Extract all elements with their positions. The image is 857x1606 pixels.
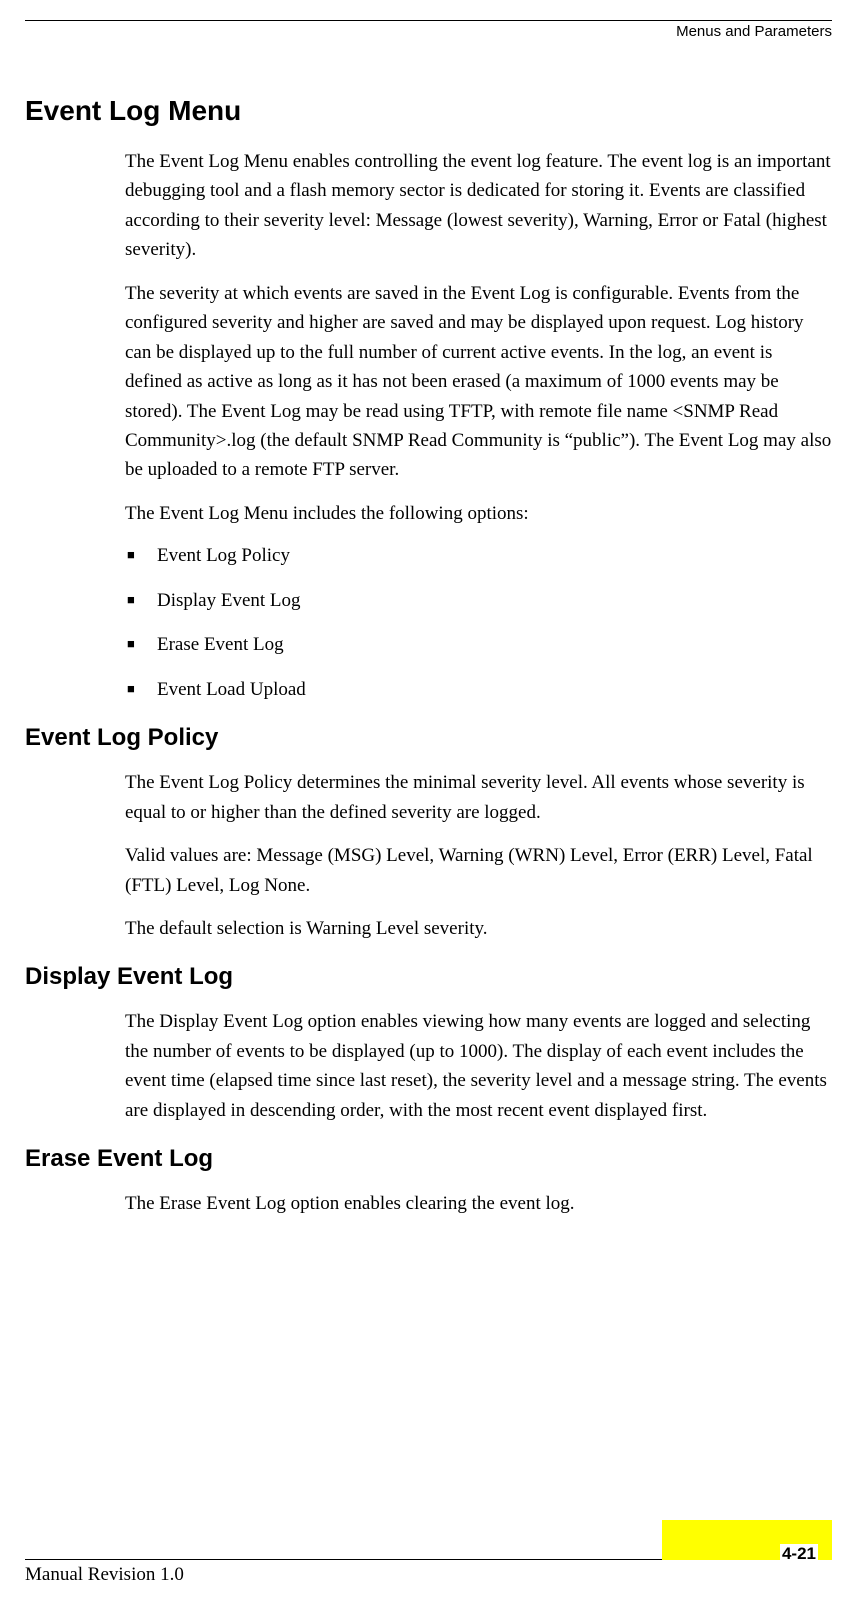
intro-paragraph-2: The severity at which events are saved i…: [125, 279, 832, 485]
heading-event-log-policy: Event Log Policy: [25, 724, 832, 752]
list-item: Display Event Log: [125, 587, 832, 616]
policy-paragraph-2: Valid values are: Message (MSG) Level, W…: [125, 841, 832, 900]
list-item: Event Load Upload: [125, 676, 832, 705]
list-item: Event Log Policy: [125, 542, 832, 571]
display-paragraph-1: The Display Event Log option enables vie…: [125, 1007, 832, 1125]
page-footer: 4-21 Manual Revision 1.0: [25, 1520, 832, 1586]
list-item: Erase Event Log: [125, 631, 832, 660]
heading-erase-event-log: Erase Event Log: [25, 1145, 832, 1173]
intro-paragraph-3: The Event Log Menu includes the followin…: [125, 499, 832, 528]
header-rule: [25, 20, 832, 21]
policy-paragraph-1: The Event Log Policy determines the mini…: [125, 768, 832, 827]
policy-paragraph-3: The default selection is Warning Level s…: [125, 914, 832, 943]
footer-highlight-box: 4-21: [662, 1520, 832, 1560]
page-number: 4-21: [780, 1544, 818, 1564]
heading-event-log-menu: Event Log Menu: [25, 95, 832, 127]
options-list: Event Log Policy Display Event Log Erase…: [125, 542, 832, 704]
intro-paragraph-1: The Event Log Menu enables controlling t…: [125, 147, 832, 265]
footer-revision: Manual Revision 1.0: [25, 1560, 184, 1586]
heading-display-event-log: Display Event Log: [25, 963, 832, 991]
erase-paragraph-1: The Erase Event Log option enables clear…: [125, 1189, 832, 1218]
header-section-title: Menus and Parameters: [25, 23, 832, 40]
